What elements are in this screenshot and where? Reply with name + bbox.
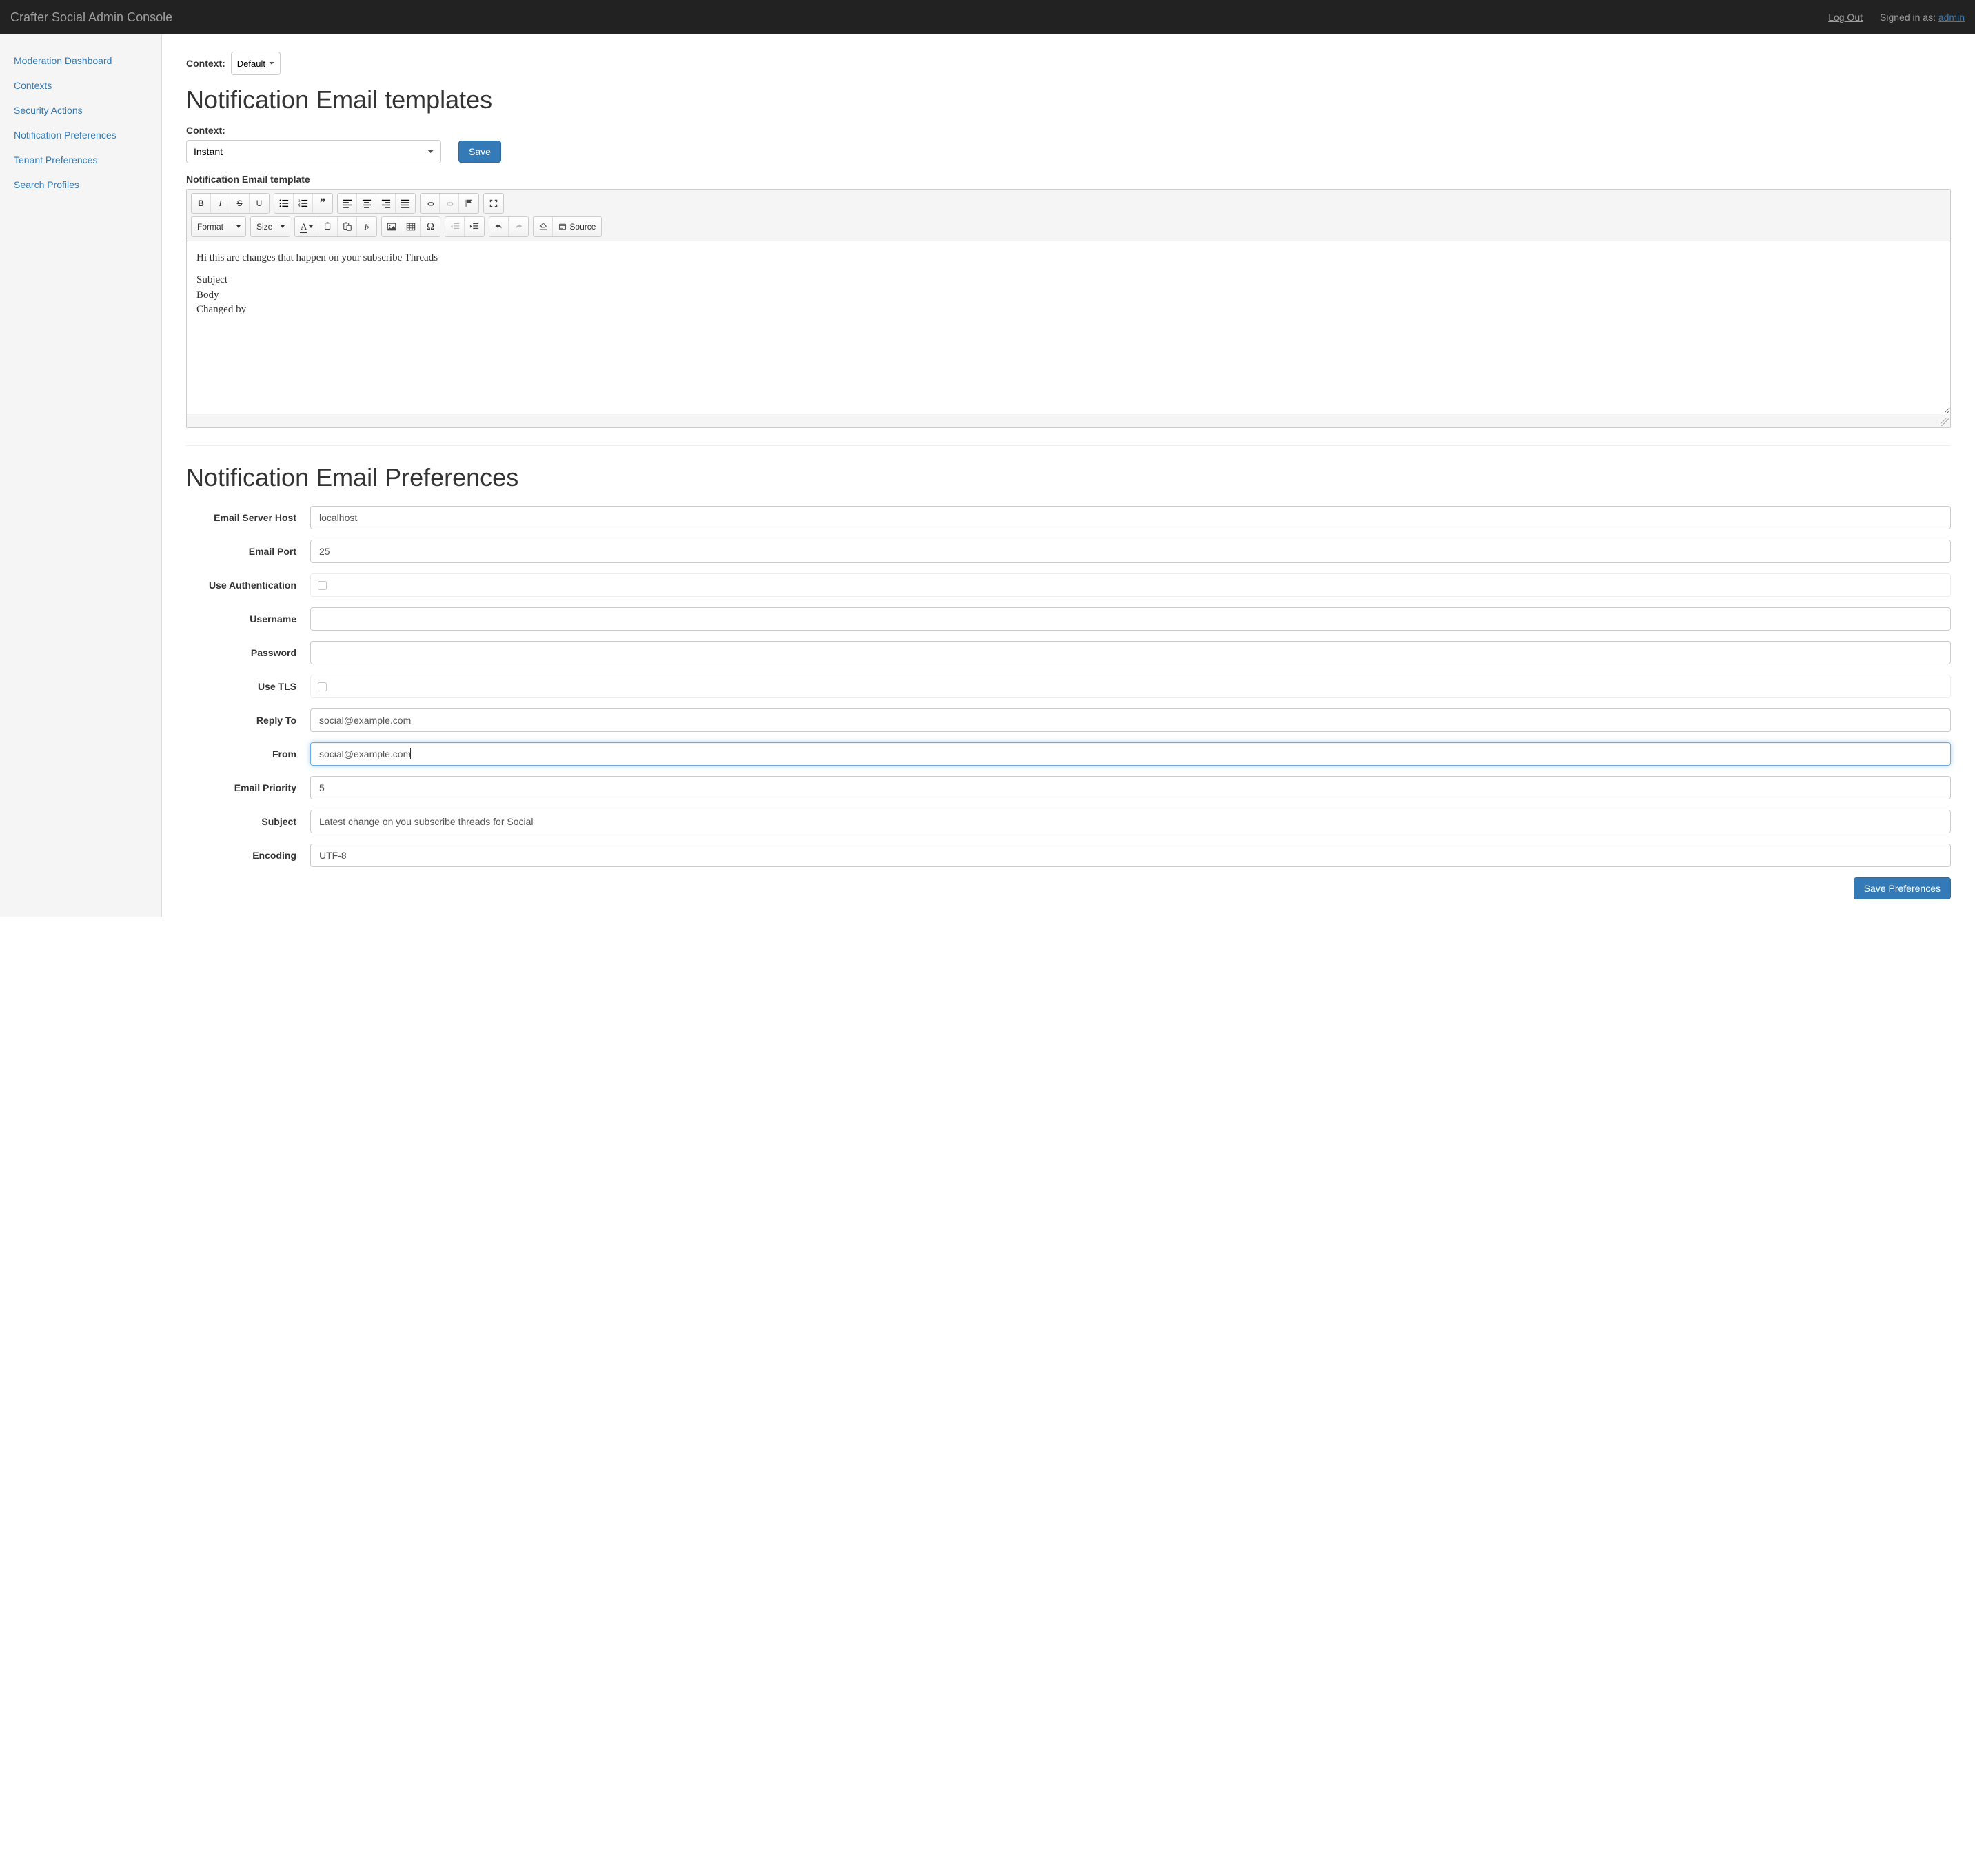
link-button[interactable] <box>421 194 440 213</box>
templates-heading: Notification Email templates <box>186 85 1951 114</box>
align-right-button[interactable] <box>376 194 396 213</box>
save-template-button[interactable]: Save <box>458 141 501 163</box>
tls-checkbox[interactable] <box>318 682 327 691</box>
svg-text:3: 3 <box>298 205 301 208</box>
encoding-label: Encoding <box>186 850 310 861</box>
auth-checkbox[interactable] <box>318 581 327 590</box>
template-context-select[interactable]: Instant <box>186 140 441 163</box>
from-label: From <box>186 748 310 759</box>
sidebar-tenant-preferences[interactable]: Tenant Preferences <box>0 147 161 172</box>
port-label: Email Port <box>186 546 310 557</box>
port-input[interactable] <box>310 540 1951 563</box>
subject-input[interactable] <box>310 810 1951 833</box>
sidebar-contexts[interactable]: Contexts <box>0 73 161 98</box>
copy-formatting-button[interactable] <box>318 217 338 236</box>
encoding-input[interactable] <box>310 844 1951 867</box>
indent-button[interactable] <box>465 217 484 236</box>
text-color-dropdown[interactable] <box>295 217 318 236</box>
sidebar-moderation-dashboard[interactable]: Moderation Dashboard <box>0 48 161 73</box>
username-input[interactable] <box>310 607 1951 631</box>
preferences-form: Email Server Host Email Port Use Authent… <box>186 506 1951 899</box>
bold-button[interactable]: B <box>192 194 211 213</box>
italic-button[interactable]: I <box>211 194 230 213</box>
strikethrough-button[interactable]: S <box>230 194 250 213</box>
main-content: Context: Default Notification Email temp… <box>162 34 1975 917</box>
special-char-button[interactable]: Ω <box>421 217 440 236</box>
tls-label: Use TLS <box>186 681 310 692</box>
table-button[interactable] <box>401 217 421 236</box>
undo-button[interactable] <box>489 217 509 236</box>
sidebar-search-profiles[interactable]: Search Profiles <box>0 172 161 197</box>
align-justify-button[interactable] <box>396 194 415 213</box>
unlink-button[interactable] <box>440 194 459 213</box>
editor-content-area[interactable]: Hi this are changes that happen on your … <box>187 241 1950 407</box>
host-label: Email Server Host <box>186 512 310 523</box>
logout-link[interactable]: Log Out <box>1828 12 1863 23</box>
flag-button[interactable] <box>459 194 478 213</box>
editor-label: Notification Email template <box>186 174 1951 185</box>
auth-label: Use Authentication <box>186 580 310 591</box>
password-input[interactable] <box>310 641 1951 664</box>
blockquote-button[interactable]: ” <box>313 194 332 213</box>
preferences-heading: Notification Email Preferences <box>186 463 1951 492</box>
save-preferences-button[interactable]: Save Preferences <box>1854 877 1951 899</box>
signed-in-user-link[interactable]: admin <box>1938 12 1965 23</box>
priority-input[interactable] <box>310 776 1951 799</box>
context-select[interactable]: Default <box>231 52 281 75</box>
paste-formatting-button[interactable] <box>338 217 357 236</box>
username-label: Username <box>186 613 310 624</box>
underline-button[interactable]: U <box>250 194 269 213</box>
remove-format-button[interactable]: Ix <box>357 217 376 236</box>
sidebar-notification-preferences[interactable]: Notification Preferences <box>0 123 161 147</box>
replyto-input[interactable] <box>310 708 1951 732</box>
align-left-button[interactable] <box>338 194 357 213</box>
template-context-label: Context: <box>186 125 1951 136</box>
format-dropdown[interactable]: Format <box>192 217 245 236</box>
editor-footer <box>187 414 1950 427</box>
maximize-button[interactable] <box>484 194 503 213</box>
image-button[interactable] <box>382 217 401 236</box>
show-blocks-button[interactable] <box>534 217 553 236</box>
from-input[interactable]: social@example.com <box>310 742 1951 766</box>
bulleted-list-button[interactable] <box>274 194 294 213</box>
signed-in-label: Signed in as: admin <box>1880 12 1965 23</box>
priority-label: Email Priority <box>186 782 310 793</box>
outdent-button[interactable] <box>445 217 465 236</box>
align-center-button[interactable] <box>357 194 376 213</box>
sidebar: Moderation DashboardContextsSecurity Act… <box>0 34 162 917</box>
size-dropdown[interactable]: Size <box>251 217 290 236</box>
replyto-label: Reply To <box>186 715 310 726</box>
editor-toolbar: B I S U 123 ” <box>187 190 1950 241</box>
password-label: Password <box>186 647 310 658</box>
source-button[interactable]: Source <box>553 217 601 236</box>
navbar: Crafter Social Admin Console Log Out Sig… <box>0 0 1975 34</box>
sidebar-security-actions[interactable]: Security Actions <box>0 98 161 123</box>
numbered-list-button[interactable]: 123 <box>294 194 313 213</box>
redo-button[interactable] <box>509 217 528 236</box>
host-input[interactable] <box>310 506 1951 529</box>
subject-label: Subject <box>186 816 310 827</box>
rich-text-editor: B I S U 123 ” <box>186 189 1951 428</box>
resize-handle[interactable] <box>1941 418 1949 426</box>
app-title: Crafter Social Admin Console <box>10 10 172 25</box>
context-label: Context: <box>186 58 225 69</box>
